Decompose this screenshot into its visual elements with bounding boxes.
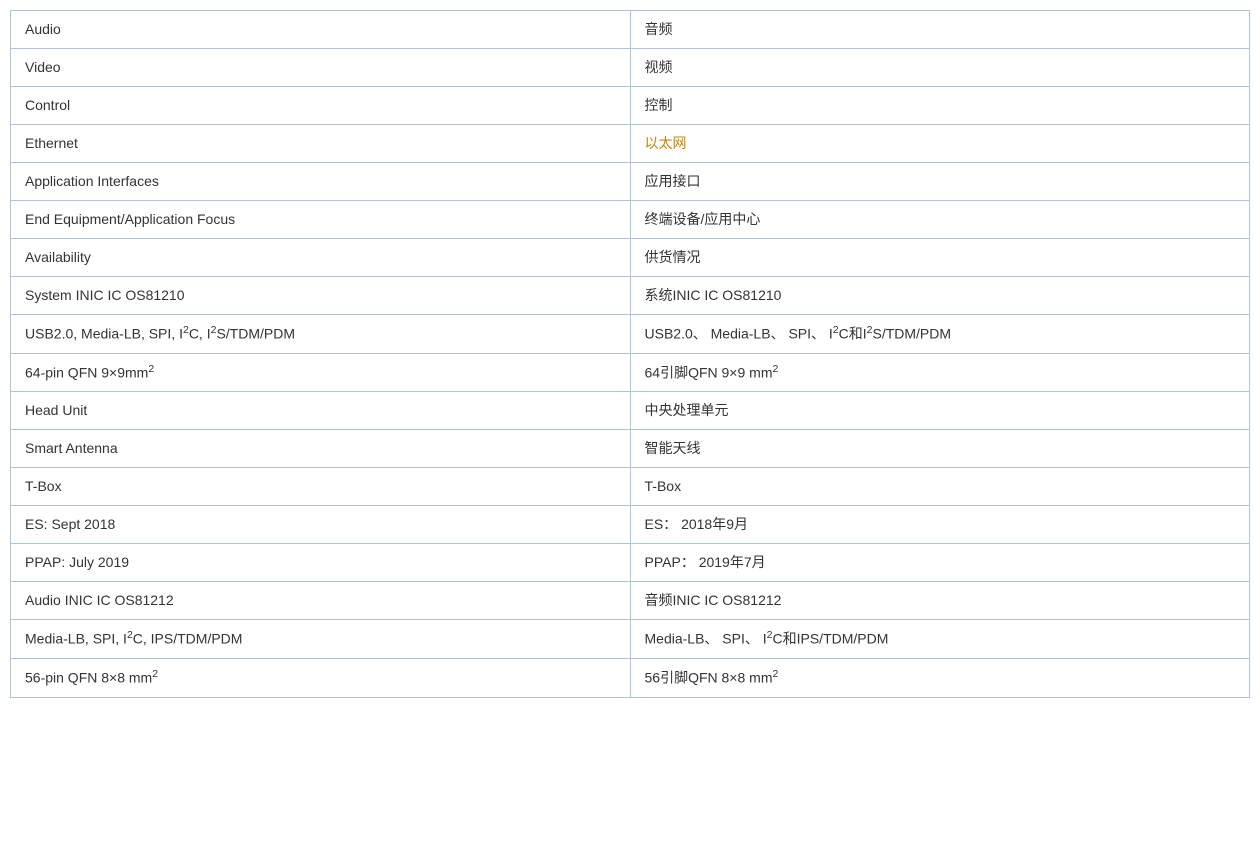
cell-chinese: 终端设备/应用中心	[630, 201, 1250, 239]
table-row: System INIC IC OS81210系统INIC IC OS81210	[11, 277, 1250, 315]
table-row: Media-LB, SPI, I2C, IPS/TDM/PDMMedia-LB、…	[11, 620, 1250, 659]
cell-english: End Equipment/Application Focus	[11, 201, 631, 239]
cell-english: 64-pin QFN 9×9mm2	[11, 353, 631, 392]
cell-chinese: Media-LB、 SPI、 I2C和IPS/TDM/PDM	[630, 620, 1250, 659]
cell-chinese: 系统INIC IC OS81210	[630, 277, 1250, 315]
cell-chinese: 64引脚QFN 9×9 mm2	[630, 353, 1250, 392]
table-row: T-BoxT-Box	[11, 468, 1250, 506]
cell-english: Audio	[11, 11, 631, 49]
table-row: ES: Sept 2018ES： 2018年9月	[11, 506, 1250, 544]
table-row: 56-pin QFN 8×8 mm256引脚QFN 8×8 mm2	[11, 658, 1250, 697]
cell-english: Head Unit	[11, 392, 631, 430]
cell-chinese: 智能天线	[630, 430, 1250, 468]
cell-chinese: PPAP： 2019年7月	[630, 544, 1250, 582]
cell-english: Control	[11, 87, 631, 125]
main-container: Audio音频Video视频Control控制Ethernet以太网Applic…	[0, 0, 1260, 708]
cell-chinese: 音频INIC IC OS81212	[630, 582, 1250, 620]
cell-chinese: 应用接口	[630, 163, 1250, 201]
table-row: Application Interfaces应用接口	[11, 163, 1250, 201]
table-row: Audio音频	[11, 11, 1250, 49]
table-row: End Equipment/Application Focus终端设备/应用中心	[11, 201, 1250, 239]
table-row: Ethernet以太网	[11, 125, 1250, 163]
cell-english: ES: Sept 2018	[11, 506, 631, 544]
cell-english: Availability	[11, 239, 631, 277]
cell-chinese: T-Box	[630, 468, 1250, 506]
cell-english: Application Interfaces	[11, 163, 631, 201]
table-row: Smart Antenna智能天线	[11, 430, 1250, 468]
cell-english: Ethernet	[11, 125, 631, 163]
cell-english: T-Box	[11, 468, 631, 506]
cell-chinese: 中央处理单元	[630, 392, 1250, 430]
cell-chinese: 音频	[630, 11, 1250, 49]
cell-english: USB2.0, Media-LB, SPI, I2C, I2S/TDM/PDM	[11, 315, 631, 354]
cell-english: Media-LB, SPI, I2C, IPS/TDM/PDM	[11, 620, 631, 659]
cell-english: Audio INIC IC OS81212	[11, 582, 631, 620]
cell-chinese: 以太网	[630, 125, 1250, 163]
cell-chinese: 控制	[630, 87, 1250, 125]
cell-english: 56-pin QFN 8×8 mm2	[11, 658, 631, 697]
table-row: Head Unit中央处理单元	[11, 392, 1250, 430]
cell-chinese: USB2.0、 Media-LB、 SPI、 I2C和I2S/TDM/PDM	[630, 315, 1250, 354]
data-table: Audio音频Video视频Control控制Ethernet以太网Applic…	[10, 10, 1250, 698]
table-row: USB2.0, Media-LB, SPI, I2C, I2S/TDM/PDMU…	[11, 315, 1250, 354]
table-row: Audio INIC IC OS81212音频INIC IC OS81212	[11, 582, 1250, 620]
cell-chinese: ES： 2018年9月	[630, 506, 1250, 544]
table-row: Video视频	[11, 49, 1250, 87]
cell-chinese: 56引脚QFN 8×8 mm2	[630, 658, 1250, 697]
cell-english: System INIC IC OS81210	[11, 277, 631, 315]
table-row: Control控制	[11, 87, 1250, 125]
cell-chinese: 视频	[630, 49, 1250, 87]
table-row: 64-pin QFN 9×9mm264引脚QFN 9×9 mm2	[11, 353, 1250, 392]
table-row: PPAP: July 2019PPAP： 2019年7月	[11, 544, 1250, 582]
cell-chinese: 供货情况	[630, 239, 1250, 277]
cell-english: Video	[11, 49, 631, 87]
cell-english: Smart Antenna	[11, 430, 631, 468]
cell-english: PPAP: July 2019	[11, 544, 631, 582]
table-row: Availability供货情况	[11, 239, 1250, 277]
